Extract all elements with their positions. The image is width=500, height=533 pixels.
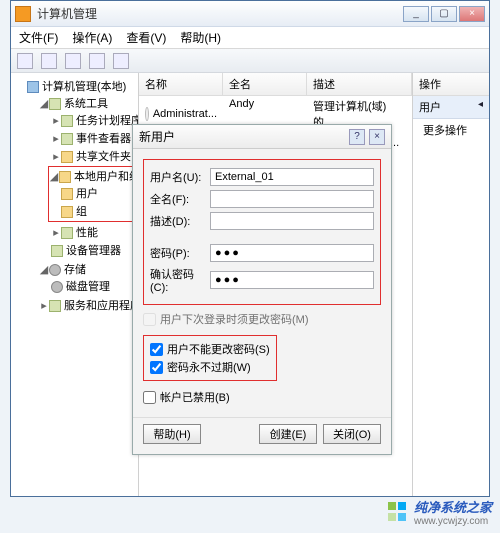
fullname-input[interactable] — [210, 190, 374, 208]
folder-icon — [61, 206, 73, 218]
menubar: 文件(F) 操作(A) 查看(V) 帮助(H) — [11, 27, 489, 49]
confirm-label: 确认密码(C): — [150, 266, 210, 294]
tree-users[interactable]: 用户 — [76, 188, 98, 200]
tree-services[interactable]: 服务和应用程序 — [64, 300, 139, 312]
clock-icon — [61, 115, 73, 127]
minimize-button[interactable]: _ — [403, 6, 429, 22]
tree-diskmgr[interactable]: 磁盘管理 — [66, 281, 110, 293]
tree-shared[interactable]: 共享文件夹 — [76, 151, 131, 163]
watermark-text: 纯净系统之家 — [414, 500, 492, 515]
folder-icon — [61, 188, 73, 200]
user-icon — [145, 107, 149, 121]
dialog-titlebar[interactable]: 新用户 ? × — [133, 125, 391, 149]
menu-action[interactable]: 操作(A) — [72, 29, 112, 46]
maximize-button[interactable]: ▢ — [431, 6, 457, 22]
chk-cannotchange[interactable] — [150, 343, 163, 356]
window-title: 计算机管理 — [37, 5, 403, 22]
menu-view[interactable]: 查看(V) — [126, 29, 166, 46]
refresh-icon[interactable] — [89, 53, 105, 69]
col-name[interactable]: 名称 — [139, 73, 223, 95]
tree-root[interactable]: 计算机管理(本地) — [42, 81, 126, 93]
actions-more[interactable]: 更多操作 — [413, 119, 489, 141]
field-highlight-box: 用户名(U): 全名(F): 描述(D): 密码(P): 确认密码(C): — [143, 159, 381, 305]
menu-file[interactable]: 文件(F) — [19, 29, 58, 46]
confirm-input[interactable] — [210, 271, 374, 289]
watermark: 纯净系统之家 www.ycwjzy.com — [388, 497, 492, 527]
list-header: 名称 全名 描述 — [139, 73, 412, 96]
computer-icon — [27, 81, 39, 93]
dialog-title: 新用户 — [139, 128, 175, 145]
help-button[interactable]: 帮助(H) — [143, 424, 201, 444]
services-icon — [49, 300, 61, 312]
password-input[interactable] — [210, 244, 374, 262]
menu-help[interactable]: 帮助(H) — [180, 29, 221, 46]
event-icon — [61, 133, 73, 145]
col-full[interactable]: 全名 — [223, 73, 307, 95]
help-icon[interactable] — [113, 53, 129, 69]
actions-pane: 操作 用户 更多操作 — [413, 73, 489, 496]
tree-tools[interactable]: 系统工具 — [64, 98, 108, 110]
users-folder-icon — [59, 171, 71, 183]
toolbar — [11, 49, 489, 73]
titlebar[interactable]: 计算机管理 _ ▢ × — [11, 1, 489, 27]
actions-head: 操作 — [413, 73, 489, 96]
nav-back-icon[interactable] — [17, 53, 33, 69]
app-icon — [15, 6, 31, 22]
watermark-logo-icon — [388, 502, 408, 522]
watermark-url: www.ycwjzy.com — [414, 516, 492, 527]
chk-disabled[interactable] — [143, 391, 156, 404]
create-button[interactable]: 创建(E) — [259, 424, 317, 444]
desc-label: 描述(D): — [150, 213, 210, 229]
dialog-help-icon[interactable]: ? — [349, 129, 365, 145]
nav-forward-icon[interactable] — [41, 53, 57, 69]
perf-icon — [61, 227, 73, 239]
nav-tree[interactable]: 计算机管理(本地) ◢系统工具 ▸任务计划程序 ▸事件查看器 ▸共享文件夹 ◢本… — [11, 73, 139, 496]
tree-event[interactable]: 事件查看器 — [76, 133, 131, 145]
tree-storage[interactable]: 存储 — [64, 264, 86, 276]
username-label: 用户名(U): — [150, 169, 210, 185]
password-label: 密码(P): — [150, 245, 210, 261]
desc-input[interactable] — [210, 212, 374, 230]
col-desc[interactable]: 描述 — [307, 73, 412, 95]
storage-icon — [49, 264, 61, 276]
fullname-label: 全名(F): — [150, 191, 210, 207]
tree-groups[interactable]: 组 — [76, 206, 87, 218]
device-icon — [51, 245, 63, 257]
chk-neverexpire[interactable] — [150, 361, 163, 374]
tree-task[interactable]: 任务计划程序 — [76, 115, 139, 127]
tree-devmgr[interactable]: 设备管理器 — [66, 245, 121, 257]
new-user-dialog: 新用户 ? × 用户名(U): 全名(F): 描述(D): 密码(P): 确认密… — [132, 124, 392, 455]
chk-mustchange — [143, 313, 156, 326]
actions-section[interactable]: 用户 — [413, 96, 489, 119]
close-dialog-button[interactable]: 关闭(O) — [323, 424, 381, 444]
tree-usersgroups[interactable]: 本地用户和组 — [74, 171, 139, 183]
wrench-icon — [49, 98, 61, 110]
dialog-close-icon[interactable]: × — [369, 129, 385, 145]
disk-icon — [51, 281, 63, 293]
close-button[interactable]: × — [459, 6, 485, 22]
folder-icon — [61, 151, 73, 163]
checkbox-highlight-box: 用户不能更改密码(S) 密码永不过期(W) — [143, 335, 277, 381]
tree-perf[interactable]: 性能 — [76, 227, 98, 239]
options-icon[interactable] — [65, 53, 81, 69]
username-input[interactable] — [210, 168, 374, 186]
